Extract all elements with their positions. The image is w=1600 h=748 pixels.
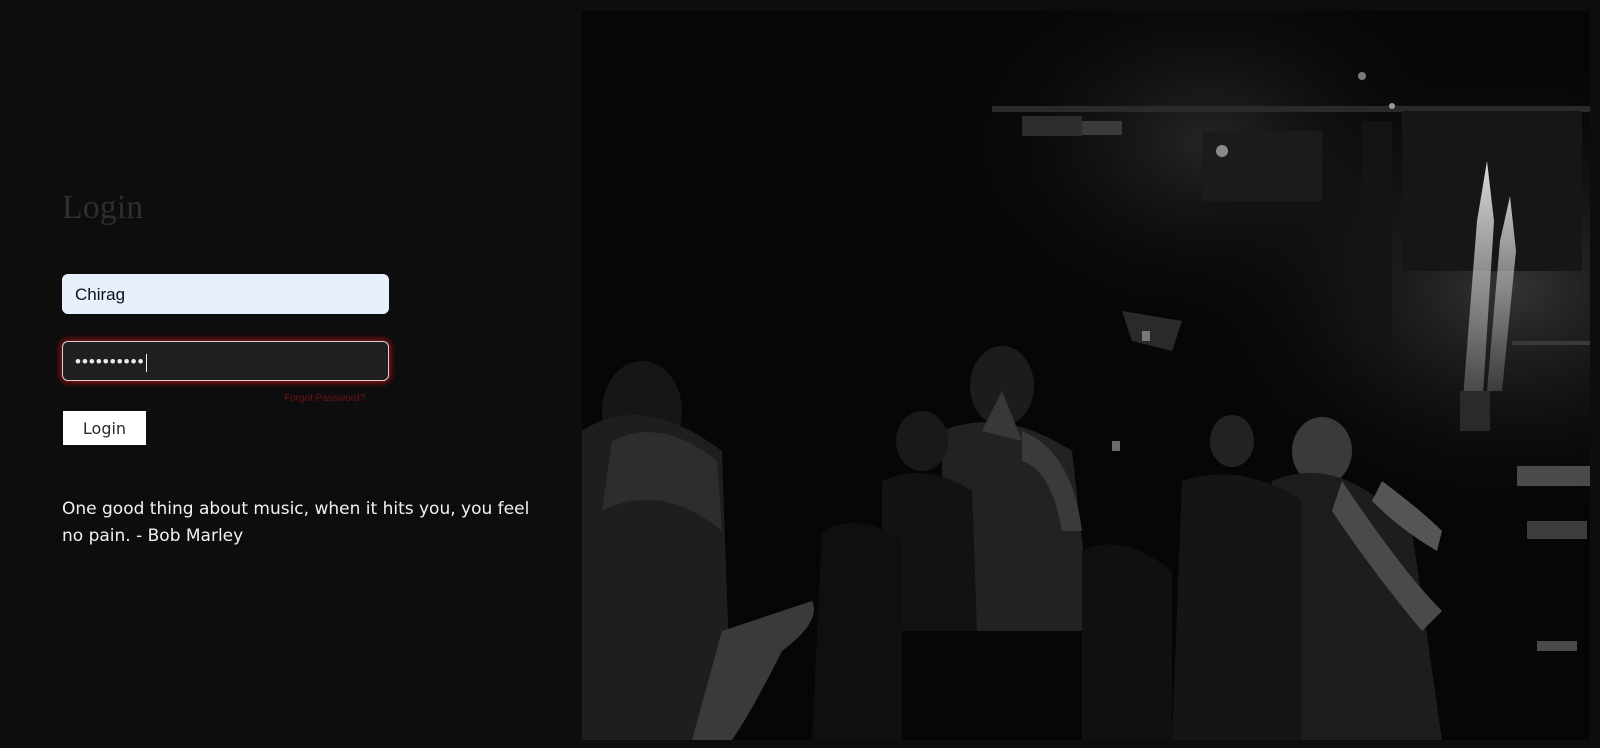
password-input[interactable]: •••••••••• xyxy=(62,341,389,381)
username-input[interactable]: Chirag xyxy=(62,274,389,314)
quote-text: One good thing about music, when it hits… xyxy=(62,499,530,546)
forgot-password-link[interactable]: Forgot Password? xyxy=(284,393,365,404)
username-value: Chirag xyxy=(75,285,126,304)
login-button[interactable]: Login xyxy=(63,411,146,445)
page-title: Login xyxy=(62,189,144,226)
login-page: Login Chirag •••••••••• Forgot Password?… xyxy=(0,0,1600,748)
login-panel: Login Chirag •••••••••• Forgot Password?… xyxy=(0,0,582,748)
text-caret xyxy=(145,353,147,372)
nightclub-crowd-photo xyxy=(582,11,1590,740)
photo-illustration xyxy=(582,11,1590,740)
password-value: •••••••••• xyxy=(75,352,145,371)
